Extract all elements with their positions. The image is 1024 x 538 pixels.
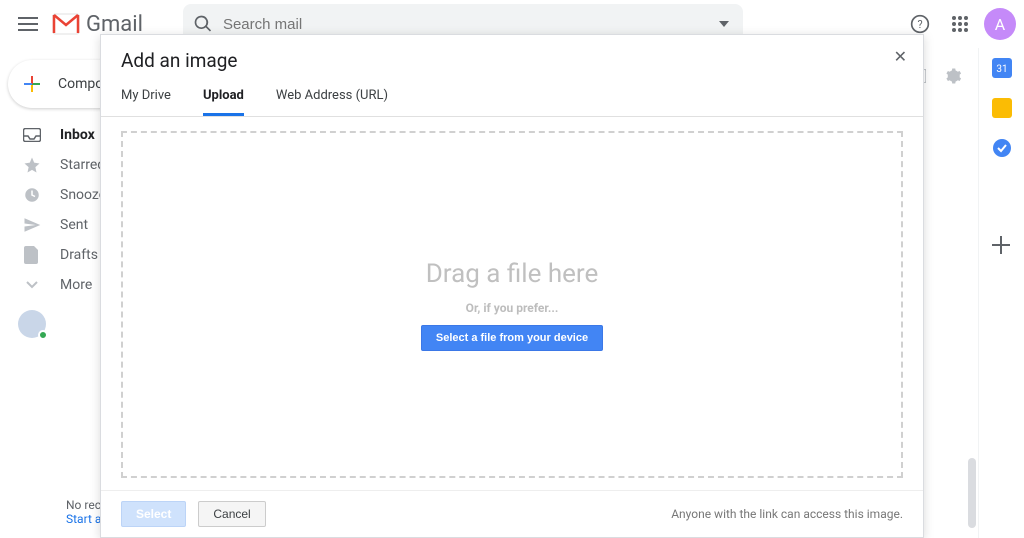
dialog-close-button[interactable]: ✕ [894,47,907,66]
drafts-icon [22,245,42,265]
chevron-down-icon [22,275,42,295]
sidebar-item-label: More [60,277,92,293]
presence-status-dot-icon [38,330,48,340]
tab-my-drive[interactable]: My Drive [121,88,171,116]
drag-file-text: Drag a file here [426,259,599,289]
cancel-button[interactable]: Cancel [198,501,265,527]
or-prefer-text: Or, if you prefer... [466,301,559,315]
avatar-letter: A [995,15,1005,34]
compose-plus-icon [20,72,44,96]
dialog-body: Drag a file here Or, if you prefer... Se… [101,117,923,490]
search-options-icon[interactable] [715,17,733,31]
access-note: Anyone with the link can access this ima… [671,507,903,521]
search-input[interactable] [223,16,715,33]
star-icon [22,155,42,175]
sidebar-item-label: Starred [60,157,105,173]
scrollbar[interactable] [968,458,976,528]
add-image-dialog: Add an image ✕ My Drive Upload Web Addre… [100,34,924,538]
tab-web-address[interactable]: Web Address (URL) [276,88,388,116]
search-icon [193,14,213,34]
dialog-footer: Select Cancel Anyone with the link can a… [101,490,923,537]
clock-icon [22,185,42,205]
gmail-logo-icon [52,13,80,35]
dialog-tabs: My Drive Upload Web Address (URL) [101,78,923,117]
account-avatar[interactable]: A [984,8,1016,40]
send-icon [22,215,42,235]
sidebar-item-label: Drafts [60,247,98,263]
gmail-logo[interactable]: Gmail [52,12,143,37]
settings-gear-icon[interactable] [938,56,968,96]
close-icon: ✕ [894,47,907,66]
sidebar-item-label: Inbox [60,127,95,143]
upload-dropzone[interactable]: Drag a file here Or, if you prefer... Se… [121,131,903,478]
select-file-button[interactable]: Select a file from your device [421,325,603,351]
inbox-icon [22,125,42,145]
svg-text:?: ? [917,18,922,31]
tasks-addon-icon[interactable] [992,138,1012,158]
presence-avatar-icon [18,310,46,338]
svg-text:31: 31 [996,64,1007,75]
calendar-addon-icon[interactable]: 31 [992,58,1012,78]
gmail-logo-text: Gmail [86,12,143,37]
sidebar-item-label: Sent [60,217,88,233]
tab-upload[interactable]: Upload [203,88,244,116]
hamburger-menu-icon[interactable] [8,4,48,44]
google-apps-icon[interactable] [940,4,980,44]
select-button[interactable]: Select [121,501,186,527]
get-addons-icon[interactable] [992,236,1012,256]
dialog-header: Add an image ✕ [101,35,923,78]
side-panel: 31 [978,48,1024,538]
keep-addon-icon[interactable] [992,98,1012,118]
dialog-title: Add an image [121,49,903,72]
